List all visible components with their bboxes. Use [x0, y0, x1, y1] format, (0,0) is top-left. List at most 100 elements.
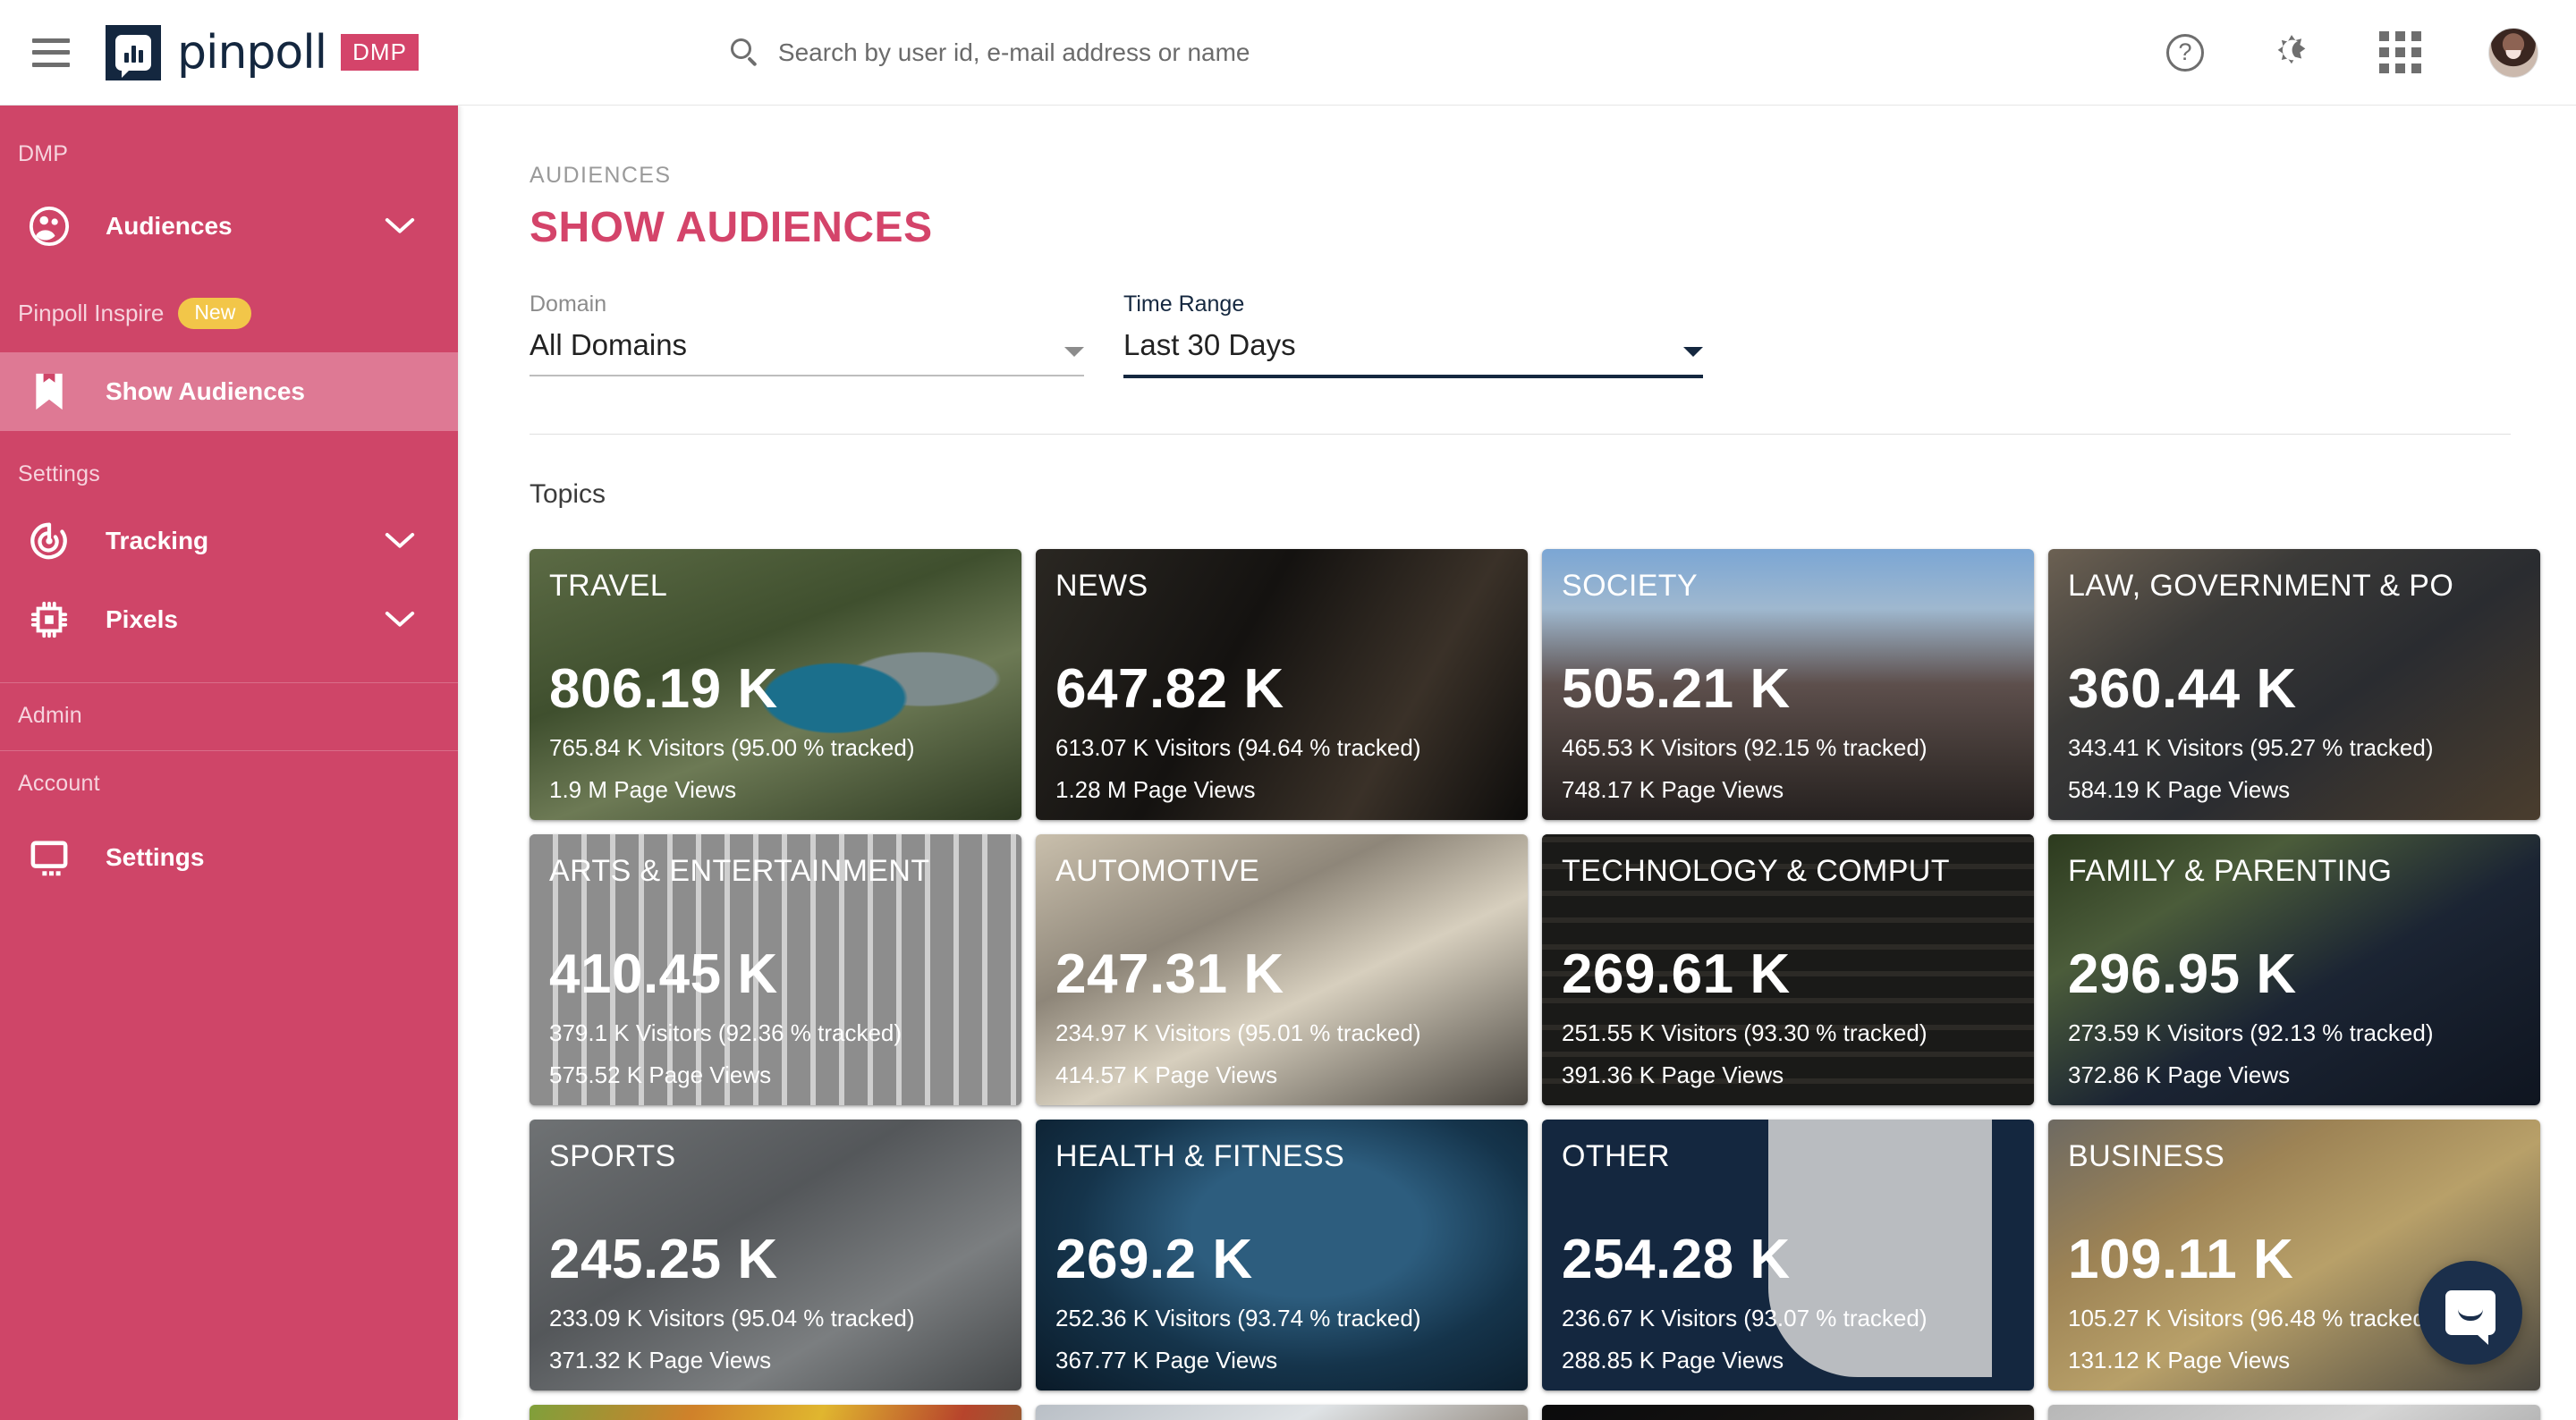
- page-title: SHOW AUDIENCES: [530, 204, 933, 251]
- sidebar-item-show-audiences[interactable]: Show Audiences: [0, 352, 458, 431]
- topic-card-visitors: 465.53 K Visitors (92.15 % tracked): [1562, 734, 1928, 761]
- brand-product-tag: DMP: [341, 34, 419, 71]
- topic-card-pageviews: 288.85 K Page Views: [1562, 1347, 1784, 1374]
- search-icon: [730, 38, 760, 68]
- topic-card-title: BUSINESS: [2068, 1141, 2225, 1173]
- time-range-value: Last 30 Days: [1123, 328, 1296, 361]
- topic-card-value: 360.44 K: [2068, 657, 2297, 720]
- topic-card-value: 247.31 K: [1055, 942, 1284, 1005]
- topic-card-pageviews: 372.86 K Page Views: [2068, 1061, 2291, 1088]
- sidebar-item-audiences[interactable]: Audiences: [0, 187, 458, 266]
- sidebar-group-settings: Settings: [18, 461, 100, 486]
- top-bar-actions: ?: [2166, 27, 2538, 78]
- topic-card[interactable]: EDUCATION: [2048, 1405, 2540, 1420]
- topic-card-value: 254.28 K: [1562, 1228, 1791, 1290]
- sidebar-item-tracking[interactable]: Tracking: [0, 502, 458, 580]
- sidebar-group-dmp: DMP: [18, 141, 69, 166]
- topic-card[interactable]: FAMILY & PARENTING 296.95 K 273.59 K Visit…: [2048, 834, 2540, 1105]
- domain-select[interactable]: Domain All Domains: [530, 292, 1084, 378]
- topic-card-pageviews: 575.52 K Page Views: [549, 1061, 772, 1088]
- chat-bubble-icon: [2445, 1290, 2496, 1345]
- global-search[interactable]: [730, 38, 1852, 68]
- topic-card[interactable]: SPORTS 245.25 K 233.09 K Visitors (95.04 %…: [530, 1120, 1021, 1390]
- topic-card-visitors: 252.36 K Visitors (93.74 % tracked): [1055, 1305, 1421, 1331]
- topic-card[interactable]: AUTOMOTIVE 247.31 K 234.97 K Visitors (95.…: [1036, 834, 1528, 1105]
- sidebar-item-pixels[interactable]: Pixels: [0, 580, 458, 659]
- topic-card-pageviews: 1.28 M Page Views: [1055, 776, 1256, 803]
- topic-card[interactable]: SCIENCE: [1542, 1405, 2034, 1420]
- topic-card-pageviews: 414.57 K Page Views: [1055, 1061, 1278, 1088]
- time-range-select[interactable]: Time Range Last 30 Days: [1123, 292, 1703, 378]
- topic-card-title: TRAVEL: [549, 571, 668, 603]
- monitor-icon: [18, 839, 80, 876]
- topic-card-grid: TRAVEL 806.19 K 765.84 K Visitors (95.00 %…: [530, 549, 2540, 1420]
- sidebar-item-settings[interactable]: Settings: [0, 818, 458, 897]
- sidebar-inspire-label: Pinpoll Inspire: [18, 300, 165, 326]
- topic-card-value: 245.25 K: [549, 1228, 778, 1290]
- topic-card[interactable]: TECHNOLOGY & COMPUT 269.61 K 251.55 K Visi…: [1542, 834, 2034, 1105]
- topic-card-visitors: 613.07 K Visitors (94.64 % tracked): [1055, 734, 1421, 761]
- avatar[interactable]: [2488, 27, 2538, 78]
- topic-card-title: SPORTS: [549, 1141, 676, 1173]
- topic-card[interactable]: HEALTH & FITNESS 269.2 K 252.36 K Visitors…: [1036, 1120, 1528, 1390]
- topic-card-title: TECHNOLOGY & COMPUT: [1562, 856, 1950, 888]
- chevron-down-icon[interactable]: [1064, 347, 1084, 357]
- topic-card-title: AUTOMOTIVE: [1055, 856, 1260, 888]
- search-input[interactable]: [777, 38, 1852, 67]
- domain-underline: [530, 375, 1084, 376]
- topic-card-pageviews: 391.36 K Page Views: [1562, 1061, 1784, 1088]
- topic-card-visitors: 233.09 K Visitors (95.04 % tracked): [549, 1305, 915, 1331]
- sidebar-item-label: Pixels: [106, 605, 178, 633]
- status-badge: New: [178, 298, 252, 329]
- hamburger-menu-icon[interactable]: [32, 38, 70, 67]
- topic-card-title: SOCIETY: [1562, 571, 1699, 603]
- topic-card-visitors: 234.97 K Visitors (95.01 % tracked): [1055, 1019, 1421, 1046]
- topic-card[interactable]: NEWS 647.82 K 613.07 K Visitors (94.64 % t…: [1036, 549, 1528, 820]
- topic-card[interactable]: ARTS & ENTERTAINMENT 410.45 K 379.1 K Visi…: [530, 834, 1021, 1105]
- breadcrumb: AUDIENCES: [530, 163, 672, 188]
- domain-value: All Domains: [530, 328, 688, 361]
- topic-card-title: NEWS: [1055, 571, 1148, 603]
- topic-card-value: 269.61 K: [1562, 942, 1791, 1005]
- sidebar-group-admin: Admin: [18, 703, 82, 728]
- section-divider: [530, 434, 2511, 435]
- tracking-radar-icon: [18, 520, 80, 562]
- topic-card-value: 269.2 K: [1055, 1228, 1253, 1290]
- topic-card[interactable]: SOCIETY 505.21 K 465.53 K Visitors (92.15 …: [1542, 549, 2034, 820]
- topic-card-title: FAMILY & PARENTING: [2068, 856, 2393, 888]
- hamburger-line: [32, 62, 70, 67]
- topic-card-visitors: 273.59 K Visitors (92.13 % tracked): [2068, 1019, 2434, 1046]
- topic-card-pageviews: 748.17 K Page Views: [1562, 776, 1784, 803]
- sidebar-item-pinpoll-inspire[interactable]: Pinpoll Inspire New: [0, 266, 458, 329]
- dark-mode-icon[interactable]: [2271, 32, 2312, 73]
- topic-card-visitors: 765.84 K Visitors (95.00 % tracked): [549, 734, 915, 761]
- topic-card-value: 806.19 K: [549, 657, 778, 720]
- sidebar-item-label: Audiences: [106, 212, 233, 240]
- topic-card[interactable]: LAW, GOVERNMENT & PO 360.44 K 343.41 K Vis…: [2048, 549, 2540, 820]
- help-icon[interactable]: ?: [2166, 33, 2204, 72]
- topic-card-pageviews: 371.32 K Page Views: [549, 1347, 772, 1374]
- time-range-underline: [1123, 375, 1703, 378]
- chevron-down-icon[interactable]: [1683, 347, 1703, 357]
- topic-card-title: HEALTH & FITNESS: [1055, 1141, 1345, 1173]
- topic-card[interactable]: TRAVEL 806.19 K 765.84 K Visitors (95.00 %…: [530, 549, 1021, 820]
- topic-card-title: LAW, GOVERNMENT & PO: [2068, 571, 2454, 603]
- topic-card[interactable]: OTHER 254.28 K 236.67 K Visitors (93.07 % …: [1542, 1120, 2034, 1390]
- topic-card-visitors: 379.1 K Visitors (92.36 % tracked): [549, 1019, 902, 1046]
- domain-label: Domain: [530, 292, 607, 317]
- chip-icon: [18, 599, 80, 640]
- sidebar-item-label: Show Audiences: [106, 377, 306, 405]
- intercom-launcher-button[interactable]: [2419, 1261, 2522, 1365]
- sidebar: DMP Audiences Pinpoll Inspire New Show A…: [0, 106, 458, 1420]
- hamburger-line: [32, 38, 70, 43]
- chevron-down-icon[interactable]: [385, 531, 415, 551]
- filters-row: Domain All Domains Time Range Last 30 Da…: [530, 292, 2576, 378]
- topic-card[interactable]: FOOD & DRINK: [530, 1405, 1021, 1420]
- chevron-down-icon[interactable]: [385, 610, 415, 630]
- pinpoll-mark-icon: [106, 24, 161, 80]
- chevron-down-icon[interactable]: [385, 216, 415, 236]
- topic-card[interactable]: PETS: [1036, 1405, 1528, 1420]
- brand-logo[interactable]: pinpoll DMP: [106, 24, 419, 80]
- apps-grid-icon[interactable]: [2379, 31, 2421, 73]
- audiences-icon: [18, 206, 80, 247]
